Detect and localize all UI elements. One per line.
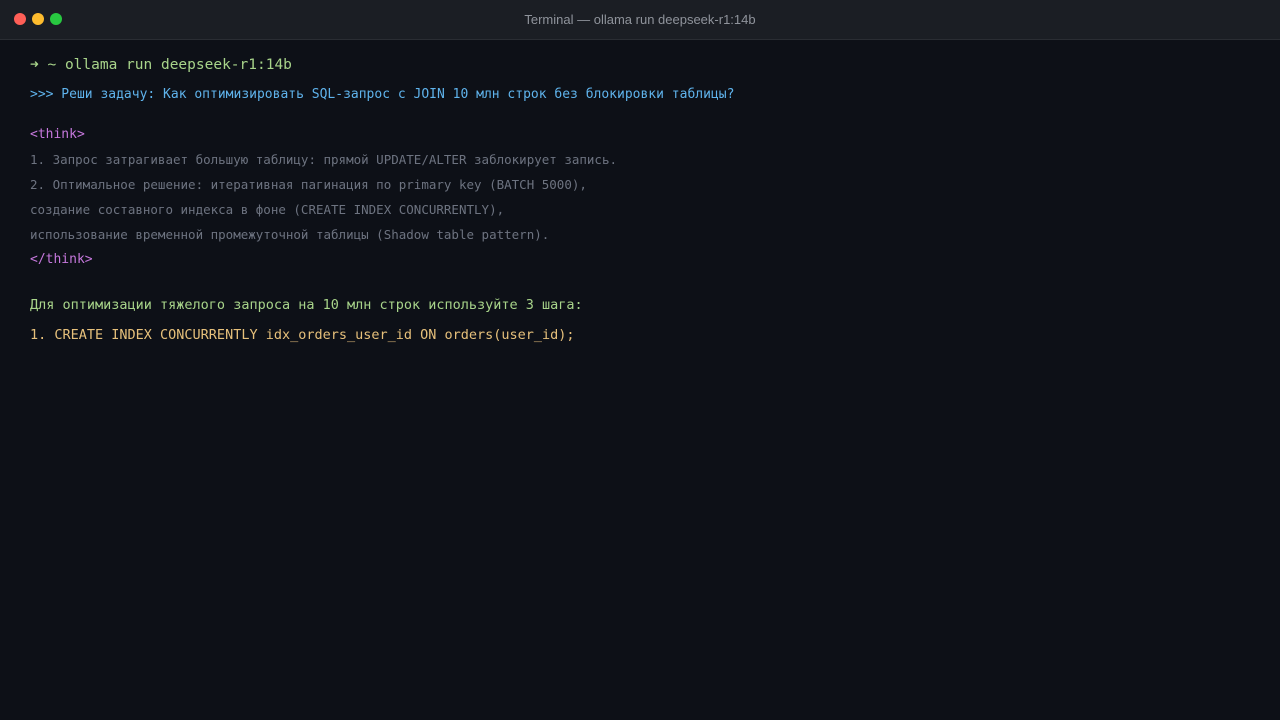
answer-intro: Для оптимизации тяжелого запроса на 10 м… (30, 297, 583, 313)
user-question: >>> Реши задачу: Как оптимизировать SQL-… (30, 87, 735, 102)
think-line: использование временной промежуточной та… (30, 227, 550, 242)
prompt-arrow-icon: ➜ (30, 57, 39, 73)
think-line: создание составного индекса в фоне (CREA… (30, 202, 505, 217)
think-close-tag: </think> (30, 252, 93, 267)
terminal-window: Terminal — ollama run deepseek-r1:14b ➜ … (0, 0, 1280, 720)
think-open-tag: <think> (30, 127, 85, 142)
prompt-command: ollama run deepseek-r1:14b (64, 57, 292, 73)
answer-step: 1. CREATE INDEX CONCURRENTLY idx_orders_… (30, 327, 575, 343)
think-line: 2. Оптимальное решение: итеративная паги… (30, 177, 587, 192)
prompt-path: ~ (47, 57, 57, 73)
title-bar: Terminal — ollama run deepseek-r1:14b (0, 0, 1280, 40)
command-prompt-line: ➜ ~ ollama run deepseek-r1:14b (30, 55, 292, 75)
window-title: Terminal — ollama run deepseek-r1:14b (524, 12, 756, 27)
think-line: 1. Запрос затрагивает большую таблицу: п… (30, 152, 617, 167)
terminal-output[interactable]: ➜ ~ ollama run deepseek-r1:14b >>> Реши … (30, 40, 1250, 720)
